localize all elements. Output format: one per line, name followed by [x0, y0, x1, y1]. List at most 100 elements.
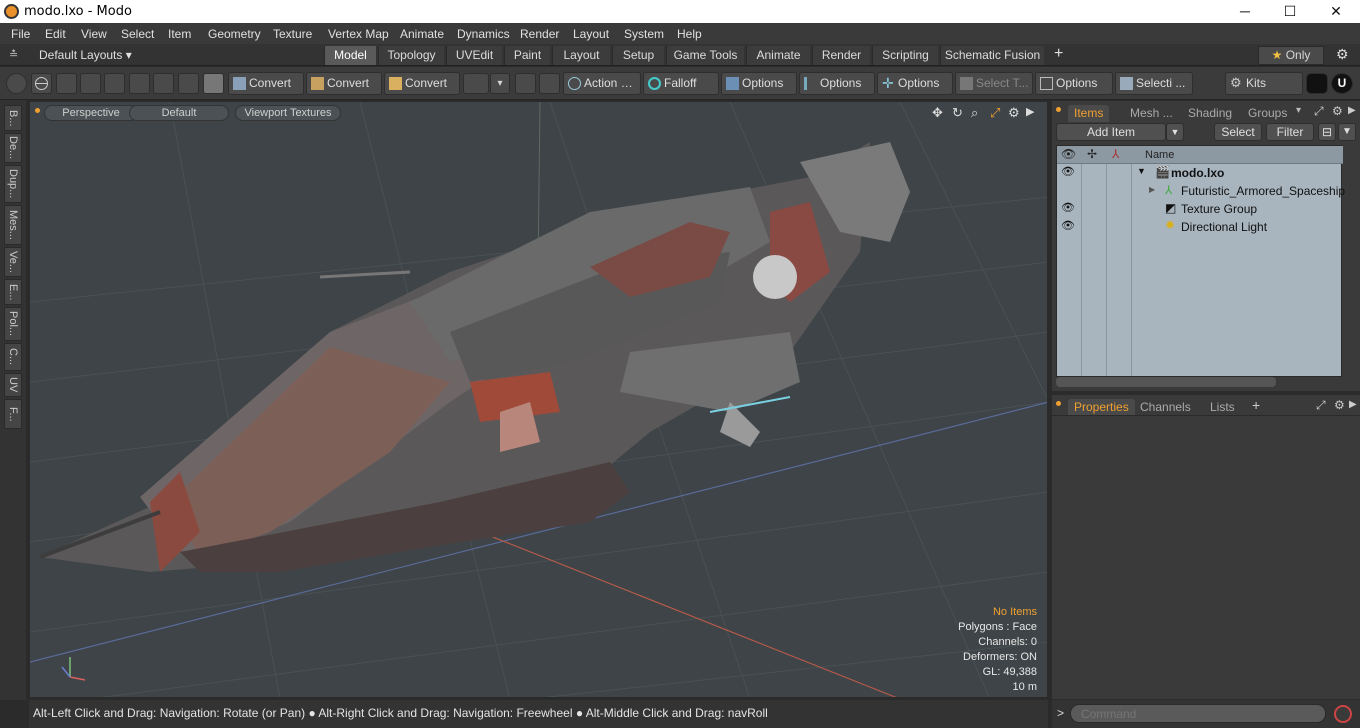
selection-sets-button[interactable]: Selecti ... [1115, 72, 1193, 95]
tab-paint[interactable]: Paint [504, 46, 550, 65]
tree-horizontal-scrollbar[interactable] [1056, 377, 1276, 387]
action-center-button[interactable]: Action … [563, 72, 641, 95]
chevron-down-icon[interactable]: ▾ [490, 73, 510, 94]
tab-game-tools[interactable]: Game Tools [666, 46, 744, 65]
unity-icon[interactable] [1306, 73, 1328, 94]
zoom-icon[interactable]: ⌕ [971, 105, 978, 121]
options-button-3[interactable]: ✛ Options [877, 72, 953, 95]
eye-icon[interactable]: 👁 [1061, 201, 1075, 214]
tab-animate[interactable]: Animate [746, 46, 810, 65]
panel-gear-icon[interactable]: ⚙ [1332, 104, 1343, 118]
only-toggle[interactable]: ★ Only [1258, 46, 1324, 65]
layout-collapse-icon[interactable]: ≛ [9, 48, 18, 61]
gear-icon[interactable]: ⚙ [1336, 46, 1349, 63]
unreal-icon[interactable]: U [1331, 73, 1353, 94]
lock-column-icon[interactable]: ✢ [1087, 147, 1097, 161]
left-tab-deform[interactable]: De... [4, 133, 22, 163]
render-column-icon[interactable]: ⅄ [1112, 147, 1119, 161]
material-select-icon[interactable] [153, 73, 174, 94]
menu-view[interactable]: View [81, 27, 107, 41]
maximize-button[interactable]: ☐ [1267, 0, 1313, 23]
polygon-select-icon[interactable] [104, 73, 125, 94]
left-tab-curve[interactable]: C... [4, 343, 22, 371]
cube-icon[interactable] [463, 73, 489, 94]
kits-button[interactable]: ⚙ Kits [1225, 72, 1303, 95]
menu-vertex-map[interactable]: Vertex Map [328, 27, 389, 41]
tab-channels[interactable]: Channels [1140, 399, 1191, 416]
solid-shade-icon[interactable] [203, 73, 224, 94]
menu-dynamics[interactable]: Dynamics [457, 27, 510, 41]
shading-default-button[interactable]: Default [129, 105, 229, 121]
convert-button-3[interactable]: Convert [384, 72, 460, 95]
tab-items[interactable]: Items [1068, 105, 1110, 122]
default-layouts-dropdown[interactable]: Default Layouts ▾ [39, 48, 132, 62]
command-input[interactable] [1070, 704, 1326, 723]
tree-row-modo-lxo[interactable]: 👁 ▼ 🎬 modo.lxo [1057, 164, 1343, 182]
perspective-button[interactable]: Perspective [44, 105, 138, 121]
vertex-select-icon[interactable] [6, 73, 27, 94]
viewport-more-icon[interactable]: ▶ [1026, 105, 1034, 118]
expand-arrow-icon[interactable]: ▼ [1137, 166, 1146, 176]
symmetry-icon[interactable] [515, 73, 536, 94]
tree-row-spaceship[interactable]: ▶ ⅄ Futuristic_Armored_Spaceship [1057, 182, 1345, 200]
tab-model[interactable]: Model [324, 46, 376, 65]
menu-file[interactable]: File [11, 27, 30, 41]
options-button-1[interactable]: Options [721, 72, 797, 95]
eye-icon[interactable]: 👁 [1061, 165, 1075, 178]
tabs-chevron-icon[interactable]: ▾ [1296, 105, 1301, 116]
item-select-icon[interactable] [129, 73, 150, 94]
filter-button[interactable]: Filter [1266, 123, 1314, 141]
tab-mesh-ops[interactable]: Mesh ... [1130, 105, 1173, 122]
maximize-viewport-icon[interactable]: ⤢ [990, 105, 1000, 121]
globe-icon[interactable] [31, 73, 52, 94]
tab-shading[interactable]: Shading [1188, 105, 1232, 122]
menu-system[interactable]: System [624, 27, 664, 41]
tree-row-directional-light[interactable]: 👁 ✹ Directional Light [1057, 218, 1343, 236]
select-button[interactable]: Select [1214, 123, 1262, 141]
visibility-column-icon[interactable]: 👁 [1061, 147, 1076, 161]
menu-help[interactable]: Help [677, 27, 702, 41]
add-tab-button[interactable]: + [1252, 397, 1260, 413]
viewport-textures-button[interactable]: Viewport Textures [235, 105, 341, 121]
close-button[interactable]: ✕ [1313, 0, 1359, 23]
brush-icon[interactable] [80, 73, 101, 94]
left-tab-fusion[interactable]: F... [4, 399, 22, 429]
left-tab-duplicate[interactable]: Dup... [4, 165, 22, 203]
tab-render[interactable]: Render [812, 46, 870, 65]
options-button-4[interactable]: Options [1035, 72, 1113, 95]
select-through-button[interactable]: Select T... [955, 72, 1033, 95]
name-column-header[interactable]: Name [1145, 149, 1174, 161]
panel-more-icon[interactable]: ▶ [1349, 399, 1357, 410]
tab-groups[interactable]: Groups [1248, 105, 1287, 122]
falloff-button[interactable]: Falloff [643, 72, 719, 95]
menu-edit[interactable]: Edit [45, 27, 66, 41]
tab-setup[interactable]: Setup [612, 46, 664, 65]
panel-more-icon[interactable]: ▶ [1348, 105, 1356, 116]
pivot-select-icon[interactable] [178, 73, 199, 94]
convert-button-2[interactable]: Convert [306, 72, 382, 95]
left-tab-edge[interactable]: E... [4, 279, 22, 305]
record-icon[interactable] [1334, 705, 1352, 723]
left-tab-basic[interactable]: B... [4, 105, 22, 131]
tab-schematic-fusion[interactable]: Schematic Fusion [940, 46, 1044, 65]
tab-topology[interactable]: Topology [378, 46, 444, 65]
expand-panel-icon[interactable]: ⤢ [1316, 398, 1326, 413]
left-tab-uv[interactable]: UV [4, 373, 22, 397]
options-button-2[interactable]: Options [799, 72, 875, 95]
workplane-icon[interactable] [539, 73, 560, 94]
tab-uvedit[interactable]: UVEdit [446, 46, 502, 65]
3d-viewport[interactable]: Perspective Default Viewport Textures ✥ … [29, 101, 1048, 698]
collapse-icon[interactable]: ⊟ [1318, 123, 1336, 141]
panel-menu-dot[interactable] [1056, 107, 1061, 112]
viewport-settings-icon[interactable]: ⚙ [1008, 105, 1020, 121]
menu-render[interactable]: Render [520, 27, 559, 41]
left-tab-vertex[interactable]: Ve... [4, 247, 22, 277]
add-item-dropdown-icon[interactable]: ▼ [1166, 123, 1184, 141]
menu-geometry[interactable]: Geometry [208, 27, 261, 41]
panel-menu-dot[interactable] [1056, 401, 1061, 406]
expand-arrow-icon[interactable]: ▶ [1149, 185, 1155, 194]
tab-properties[interactable]: Properties [1068, 399, 1135, 416]
edge-select-icon[interactable] [56, 73, 77, 94]
add-tab-button[interactable]: + [1054, 45, 1063, 63]
tab-layout[interactable]: Layout [552, 46, 610, 65]
